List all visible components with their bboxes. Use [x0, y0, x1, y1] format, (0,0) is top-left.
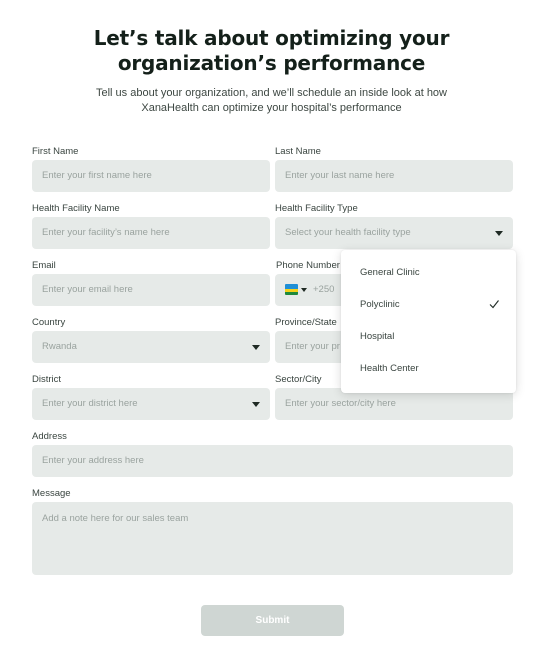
page-title-line1: Let’s talk about optimizing your	[93, 26, 450, 50]
sector-label: Sector/City	[275, 374, 322, 385]
chevron-down-icon	[252, 402, 260, 407]
address-placeholder: Enter your address here	[42, 455, 144, 466]
last-name-placeholder: Enter your last name here	[285, 170, 395, 181]
dropdown-option-hospital[interactable]: Hospital	[341, 321, 516, 353]
dropdown-option-health-center[interactable]: Health Center	[341, 353, 516, 385]
phone-label: Phone Number	[276, 260, 340, 271]
message-textarea[interactable]: Add a note here for our sales team	[32, 502, 513, 575]
first-name-label: First Name	[32, 146, 79, 157]
page-title-line2: organization’s performance	[117, 51, 426, 75]
email-label: Email	[32, 260, 56, 271]
district-placeholder: Enter your district here	[42, 398, 138, 409]
dropdown-option-general-clinic[interactable]: General Clinic	[341, 257, 516, 289]
email-field[interactable]: Enter your email here	[32, 274, 270, 306]
submit-button[interactable]: Submit	[201, 605, 344, 636]
country-code-chevron-icon[interactable]	[301, 288, 307, 292]
page-subtitle: Tell us about your organization, and we’…	[0, 86, 543, 116]
facility-name-field[interactable]: Enter your facility’s name here	[32, 217, 270, 249]
province-placeholder: Enter your pr	[285, 341, 340, 352]
page-title: Let’s talk about optimizing your organiz…	[0, 26, 543, 76]
email-placeholder: Enter your email here	[42, 284, 133, 295]
page-subtitle-line2: XanaHealth can optimize your hospital’s …	[141, 102, 402, 114]
country-select[interactable]: Rwanda	[32, 331, 270, 363]
address-field[interactable]: Enter your address here	[32, 445, 513, 477]
first-name-field[interactable]: Enter your first name here	[32, 160, 270, 192]
checkmark-icon	[489, 300, 499, 309]
facility-name-label: Health Facility Name	[32, 203, 120, 214]
dropdown-option-label: Polyclinic	[360, 299, 400, 310]
district-label: District	[32, 374, 62, 385]
dial-code: +250	[313, 284, 335, 295]
sector-placeholder: Enter your sector/city here	[285, 398, 396, 409]
dropdown-option-polyclinic[interactable]: Polyclinic	[341, 289, 516, 321]
province-label: Province/State	[275, 317, 337, 328]
last-name-label: Last Name	[275, 146, 321, 157]
first-name-placeholder: Enter your first name here	[42, 170, 152, 181]
chevron-down-icon	[495, 231, 503, 236]
facility-name-placeholder: Enter your facility’s name here	[42, 227, 170, 238]
facility-type-select[interactable]: Select your health facility type	[275, 217, 513, 249]
country-label: Country	[32, 317, 66, 328]
rwanda-flag-icon[interactable]	[285, 284, 298, 295]
last-name-field[interactable]: Enter your last name here	[275, 160, 513, 192]
message-placeholder: Add a note here for our sales team	[42, 513, 189, 524]
page-subtitle-line1: Tell us about your organization, and we’…	[96, 87, 447, 99]
message-label: Message	[32, 488, 71, 499]
country-value: Rwanda	[42, 341, 77, 352]
address-label: Address	[32, 431, 67, 442]
district-select[interactable]: Enter your district here	[32, 388, 270, 420]
chevron-down-icon	[252, 345, 260, 350]
facility-type-dropdown: General Clinic Polyclinic Hospital Healt…	[341, 250, 516, 393]
facility-type-label: Health Facility Type	[275, 203, 358, 214]
facility-type-placeholder: Select your health facility type	[285, 227, 411, 238]
